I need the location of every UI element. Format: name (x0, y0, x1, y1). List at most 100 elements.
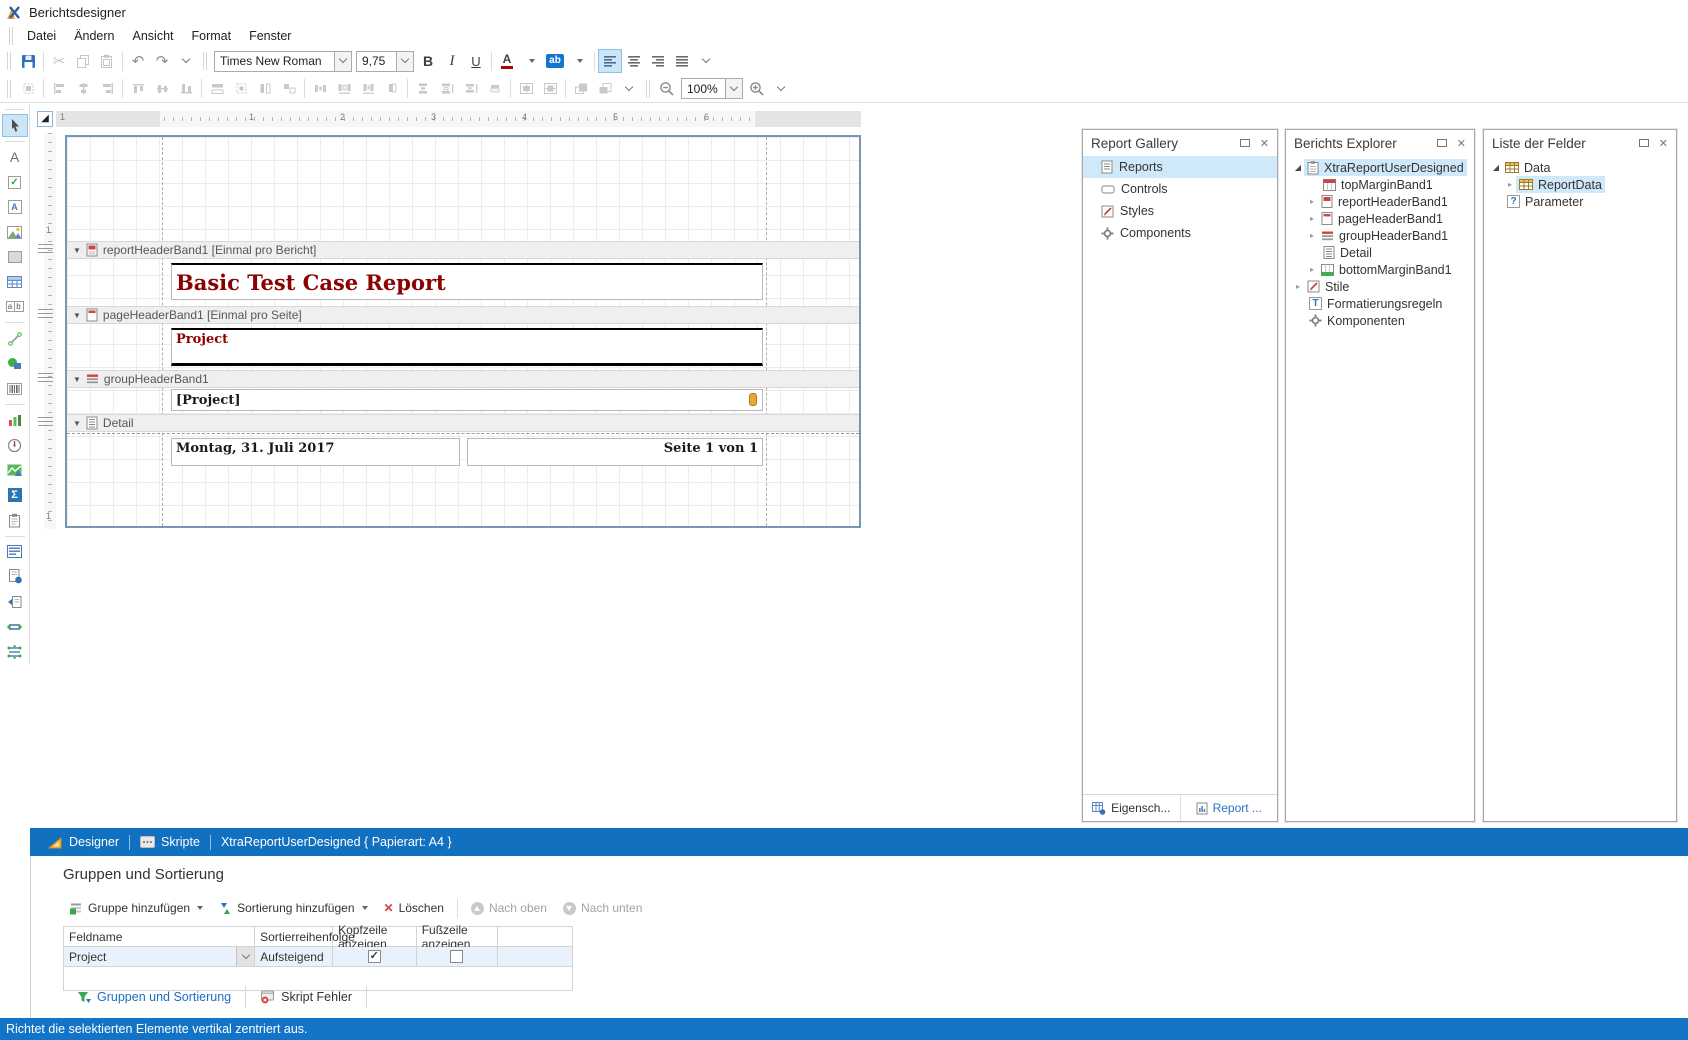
band-splitter-group-header[interactable] (38, 373, 53, 382)
tree-collapsed-icon[interactable]: ▸ (1306, 197, 1318, 206)
close-icon[interactable]: ✕ (1659, 137, 1668, 150)
tree-expanded-icon[interactable]: ◢ (1292, 163, 1304, 172)
band-header-detail[interactable]: ▼ Detail (67, 414, 859, 432)
column-header-kopfzeile[interactable]: Kopfzeile anzeigen (333, 927, 417, 947)
save-button[interactable] (16, 49, 40, 73)
sparkline-tool[interactable] (2, 459, 28, 482)
sort-order-cell[interactable]: Aufsteigend (255, 947, 333, 967)
barcode-tool[interactable] (2, 377, 28, 400)
report-explorer-title-bar[interactable]: Berichts Explorer ✕ (1286, 130, 1474, 156)
column-header-sortierreihenfolge[interactable]: Sortierreihenfolge (255, 927, 333, 947)
highlight-button[interactable]: ab (543, 49, 567, 73)
font-size-combo[interactable]: 9,75 (356, 51, 414, 72)
remove-horizontal-spacing-button[interactable] (380, 77, 404, 101)
close-icon[interactable]: ✕ (1260, 137, 1269, 150)
report-gallery-button[interactable]: Report ... (1180, 795, 1278, 821)
tree-node-top-margin-band[interactable]: topMarginBand1 (1286, 176, 1474, 193)
report-design-surface[interactable]: ▼ reportHeaderBand1 [Einmal pro Bericht]… (65, 135, 861, 528)
label-tool[interactable]: A (2, 146, 28, 169)
ruler-units-button[interactable]: ◢ (37, 111, 53, 127)
bring-to-front-button[interactable] (569, 77, 593, 101)
gauge-tool[interactable] (2, 434, 28, 457)
page-break-tool[interactable] (2, 615, 28, 638)
bold-button[interactable]: B (416, 49, 440, 73)
gallery-item-components[interactable]: Components (1083, 222, 1277, 244)
align-to-grid-button[interactable] (16, 77, 40, 101)
table-row[interactable]: Project Aufsteigend ✓ (64, 947, 572, 967)
equal-vertical-spacing-button[interactable] (411, 77, 435, 101)
pivot-grid-tool[interactable]: Σ (2, 484, 28, 507)
maximize-icon[interactable] (1240, 139, 1250, 147)
order-dropdown-button[interactable] (617, 77, 641, 101)
delete-button[interactable]: ✕ Löschen (378, 899, 450, 917)
zoom-combo[interactable]: 100% (681, 78, 743, 99)
page-info-tool[interactable] (2, 565, 28, 588)
combo-arrow-icon[interactable] (236, 947, 254, 966)
tree-node-page-header-band[interactable]: ▸ pageHeaderBand1 (1286, 210, 1474, 227)
tree-collapsed-icon[interactable]: ▸ (1306, 214, 1318, 223)
make-same-height-button[interactable] (253, 77, 277, 101)
copy-button[interactable] (71, 49, 95, 73)
tree-collapsed-icon[interactable]: ▸ (1306, 231, 1318, 240)
make-same-width-button[interactable] (205, 77, 229, 101)
tree-node-formatting-rules[interactable]: T Formatierungsregeln (1286, 295, 1474, 312)
tree-node-detail-band[interactable]: Detail (1286, 244, 1474, 261)
align-tops-button[interactable] (126, 77, 150, 101)
redo-button[interactable]: ↷ (150, 49, 174, 73)
table-of-contents-tool[interactable] (2, 541, 28, 564)
gallery-item-reports[interactable]: Reports (1083, 156, 1277, 178)
table-tool[interactable] (2, 270, 28, 293)
add-group-button[interactable]: Gruppe hinzufügen (63, 899, 209, 917)
zoom-dropdown-button[interactable] (769, 77, 793, 101)
collapse-band-icon[interactable]: ▼ (73, 246, 81, 255)
column-header-fusszeile[interactable]: Fußzeile anzeigen (417, 927, 499, 947)
tab-skripte[interactable]: Skripte (130, 835, 210, 849)
richtext-tool[interactable]: A (2, 196, 28, 219)
panel-tool[interactable] (2, 246, 28, 269)
menu-format[interactable]: Format (183, 27, 241, 45)
shape-tool[interactable] (2, 352, 28, 375)
align-text-justify-button[interactable] (670, 49, 694, 73)
decrease-horizontal-spacing-button[interactable] (356, 77, 380, 101)
tree-node-bottom-margin-band[interactable]: ▸ bottomMarginBand1 (1286, 261, 1474, 278)
move-down-button[interactable]: Nach unten (557, 899, 648, 917)
checkbox-tool[interactable]: ✓ (2, 171, 28, 194)
zoom-out-button[interactable] (655, 77, 679, 101)
band-splitter-report-header[interactable] (38, 244, 53, 253)
zoom-in-button[interactable] (745, 77, 769, 101)
clipboard-tool[interactable] (2, 509, 28, 532)
menu-ansicht[interactable]: Ansicht (124, 27, 183, 45)
undo-button[interactable]: ↶ (126, 49, 150, 73)
menu-fenster[interactable]: Fenster (240, 27, 300, 45)
align-lefts-button[interactable] (47, 77, 71, 101)
tree-expanded-icon[interactable]: ◢ (1490, 163, 1502, 172)
report-title-label[interactable]: Basic Test Case Report (171, 263, 763, 300)
add-sort-button[interactable]: Sortierung hinzufügen (213, 899, 373, 917)
field-name-combo[interactable]: Project (64, 947, 255, 967)
report-gallery-title-bar[interactable]: Report Gallery ✕ (1083, 130, 1277, 156)
tree-collapsed-icon[interactable]: ▸ (1292, 282, 1304, 291)
group-field-label[interactable]: [Project] (171, 389, 763, 411)
font-name-combo[interactable]: Times New Roman (214, 51, 352, 72)
properties-button[interactable]: Eigensch... (1083, 795, 1180, 821)
move-up-button[interactable]: Nach oben (465, 899, 553, 917)
align-text-right-button[interactable] (646, 49, 670, 73)
tree-node-report[interactable]: ◢ XtraReportUserDesigned (1286, 159, 1474, 176)
font-color-dropdown-button[interactable] (519, 49, 543, 73)
gallery-item-styles[interactable]: Styles (1083, 200, 1277, 222)
character-comb-tool[interactable]: a b (2, 295, 28, 318)
band-splitter-page-header[interactable] (38, 309, 53, 318)
tab-skript-fehler[interactable]: Skript Fehler (246, 984, 366, 1010)
tree-node-report-header-band[interactable]: ▸ reportHeaderBand1 (1286, 193, 1474, 210)
chart-tool[interactable] (2, 409, 28, 432)
subreport-tool[interactable] (2, 590, 28, 613)
band-header-report-header[interactable]: ▼ reportHeaderBand1 [Einmal pro Bericht] (67, 241, 859, 259)
field-list-title-bar[interactable]: Liste der Felder ✕ (1484, 130, 1676, 156)
combo-arrow-icon[interactable] (334, 52, 351, 71)
decrease-vertical-spacing-button[interactable] (459, 77, 483, 101)
show-footer-checkbox[interactable] (450, 950, 463, 963)
gallery-item-controls[interactable]: Controls (1083, 178, 1277, 200)
collapse-band-icon[interactable]: ▼ (73, 375, 81, 384)
tree-node-parameter[interactable]: ? Parameter (1484, 193, 1676, 210)
combo-arrow-icon[interactable] (725, 79, 742, 98)
